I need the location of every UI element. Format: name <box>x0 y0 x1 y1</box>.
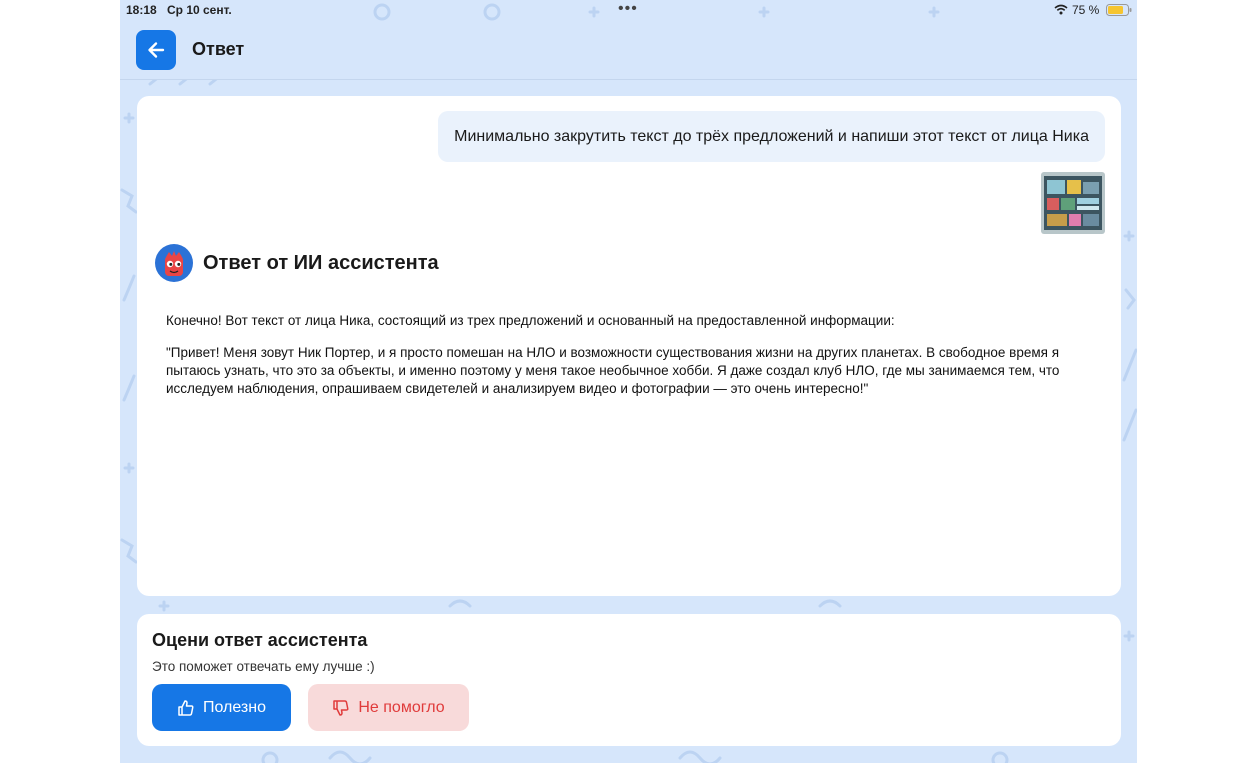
wifi-icon <box>1054 4 1068 15</box>
thumbs-up-icon <box>178 699 194 716</box>
thumbs-down-icon <box>333 699 349 716</box>
back-button[interactable] <box>136 30 176 70</box>
status-bar: 18:18 Ср 10 сент. ••• 75 % <box>120 0 1137 22</box>
battery-icon <box>1106 4 1132 16</box>
page-title: Ответ <box>192 39 245 59</box>
assistant-answer: Конечно! Вот текст от лица Ника, состоящ… <box>166 312 1066 412</box>
multitask-dots[interactable]: ••• <box>618 0 638 18</box>
answer-quote: "Привет! Меня зовут Ник Портер, и я прос… <box>166 345 1060 396</box>
image-thumbnail[interactable] <box>1041 172 1105 234</box>
status-date: Ср 10 сент. <box>167 3 232 17</box>
rating-title: Оцени ответ ассистента <box>152 630 368 650</box>
rating-card: Оцени ответ ассистента Это поможет отвеч… <box>137 614 1121 746</box>
useful-button[interactable]: Полезно <box>152 684 291 731</box>
answer-card: Минимально закрутить текст до трёх предл… <box>137 96 1121 596</box>
battery-percent: 75 % <box>1072 3 1100 17</box>
useful-label: Полезно <box>203 698 266 716</box>
app-window: 18:18 Ср 10 сент. ••• 75 % Ответ Минимал… <box>120 0 1137 763</box>
answer-intro: Конечно! Вот текст от лица Ника, состоящ… <box>166 313 895 328</box>
rating-subtitle: Это поможет отвечать ему лучше :) <box>152 659 375 674</box>
status-time: 18:18 <box>126 3 157 17</box>
user-message-bubble: Минимально закрутить текст до трёх предл… <box>438 111 1105 162</box>
assistant-avatar <box>155 244 193 282</box>
not-helpful-label: Не помогло <box>358 698 445 716</box>
not-helpful-button[interactable]: Не помогло <box>308 684 469 731</box>
header: Ответ <box>120 22 1137 80</box>
arrow-left-icon <box>148 42 165 58</box>
assistant-title: Ответ от ИИ ассистента <box>203 252 439 274</box>
